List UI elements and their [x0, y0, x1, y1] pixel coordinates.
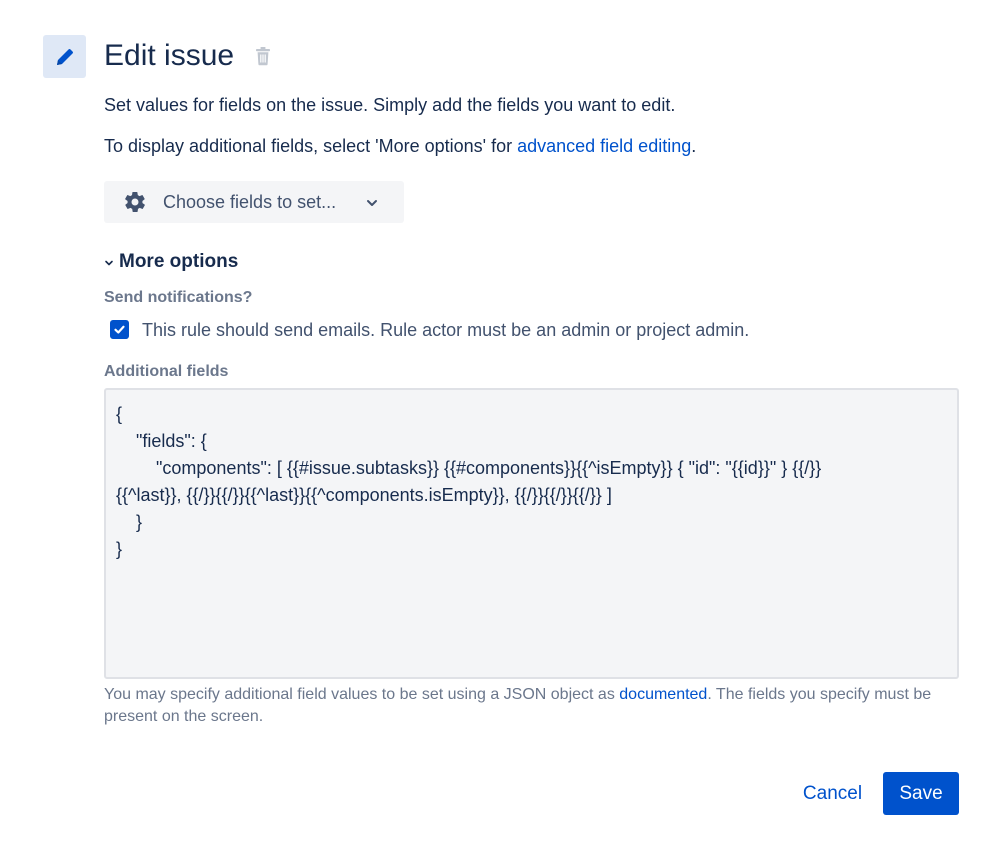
send-emails-checkbox-label: This rule should send emails. Rule actor…: [142, 320, 750, 340]
trash-icon[interactable]: [255, 46, 271, 66]
checkmark-icon: [114, 325, 125, 334]
additional-fields-label: Additional fields: [104, 363, 229, 380]
description-line: Set values for fields on the issue. Simp…: [104, 95, 676, 115]
chevron-down-icon: [367, 200, 377, 206]
gear-icon: [125, 191, 145, 213]
json-line: {: [116, 404, 123, 424]
additional-fields-editor[interactable]: { "fields": { "components": [ {{#issue.s…: [104, 388, 959, 679]
chevron-down-icon: [105, 260, 113, 266]
documented-link[interactable]: documented: [619, 686, 707, 703]
more-options-toggle[interactable]: More options: [104, 250, 238, 274]
helper-prefix: You may specify additional field values …: [104, 686, 620, 703]
send-notifications-label: Send notifications?: [104, 289, 253, 306]
json-line: "fields": {: [116, 431, 207, 451]
json-line: {{^last}}, {{/}}{{/}}{{^last}}{{^compone…: [116, 485, 612, 505]
cancel-button[interactable]: Cancel: [790, 772, 875, 815]
json-line: }: [116, 512, 143, 532]
json-line: "components": [ {{#issue.subtasks}} {{#c…: [116, 458, 822, 478]
page-title: Edit issue: [104, 39, 235, 72]
additional-fields-helper-text: You may specify additional field values …: [104, 684, 954, 728]
send-emails-checkbox[interactable]: [110, 320, 129, 339]
description-prefix: To display additional fields, select 'Mo…: [104, 136, 518, 156]
advanced-field-editing-link[interactable]: advanced field editing: [517, 136, 691, 156]
save-button[interactable]: Save: [883, 772, 959, 815]
choose-fields-button[interactable]: Choose fields to set...: [104, 181, 404, 223]
json-line: }: [116, 539, 123, 559]
description-suffix: .: [691, 136, 697, 156]
more-options-label: More options: [119, 251, 239, 272]
pencil-icon: [56, 48, 73, 65]
edit-issue-icon-box: [43, 35, 86, 78]
description-line-advanced: To display additional fields, select 'Mo…: [104, 134, 696, 158]
choose-fields-label: Choose fields to set...: [163, 192, 337, 212]
